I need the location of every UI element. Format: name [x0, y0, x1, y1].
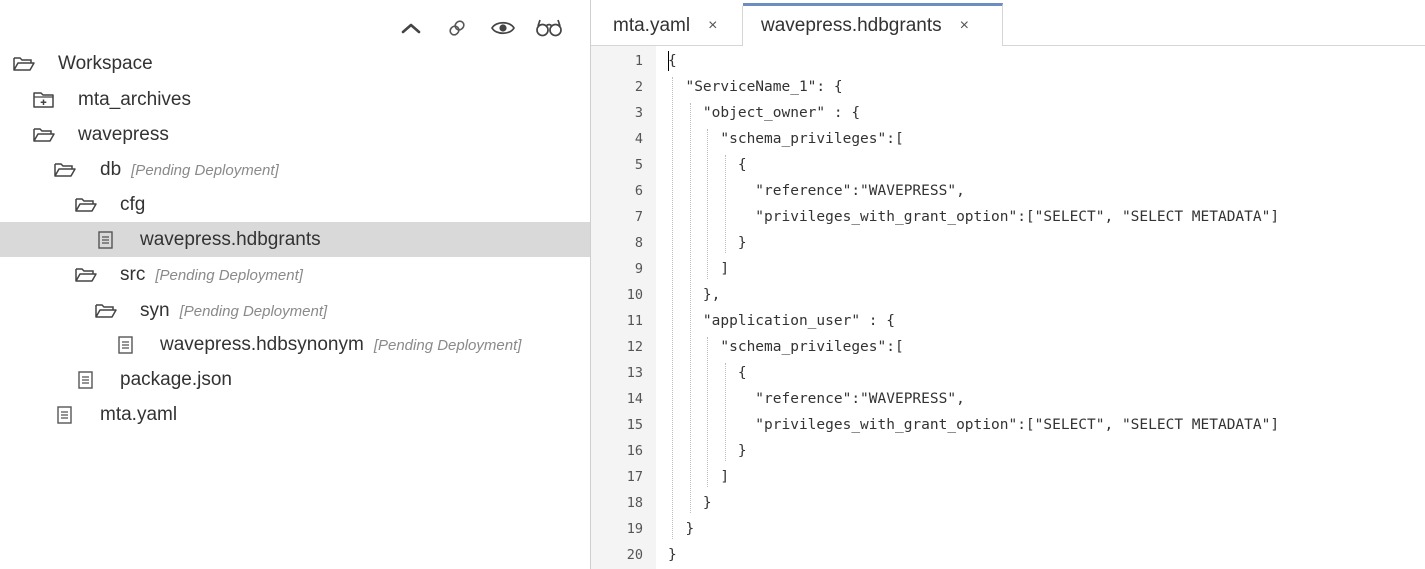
tree-item-label: mta.yaml	[100, 404, 178, 425]
code-line: "ServiceName_1": {	[668, 79, 843, 95]
tab-label: mta.yaml	[613, 14, 691, 36]
code-line: ]	[668, 261, 730, 277]
tree-item-label: mta_archives	[78, 89, 191, 110]
folder-open-icon	[54, 163, 76, 177]
tree-item-tag: [Pending Deployment]	[131, 162, 279, 179]
workspace-tree-pane: Workspace mta_archives wavepress db [Pend…	[0, 0, 590, 569]
line-number: 16	[626, 443, 643, 459]
code-line: "privileges_with_grant_option":["SELECT"…	[668, 209, 1280, 225]
code-line: "application_user" : {	[668, 313, 895, 329]
file-icon	[57, 406, 72, 424]
code-line: ]	[668, 469, 730, 485]
line-number: 7	[634, 209, 643, 225]
tree-item-label: src	[120, 264, 146, 285]
code-line: "reference":"WAVEPRESS",	[668, 183, 965, 199]
line-number: 12	[626, 339, 643, 355]
tree-item-syn[interactable]: syn [Pending Deployment]	[0, 293, 590, 328]
code-line: "object_owner" : {	[668, 105, 861, 121]
indent-guide	[689, 103, 691, 513]
tree-item-cfg[interactable]: cfg	[0, 187, 590, 222]
line-number: 19	[626, 521, 643, 537]
indent-guide	[724, 155, 726, 253]
line-number: 3	[634, 105, 643, 121]
code-editor-pane: mta.yaml × wavepress.hdbgrants × 1234567…	[591, 0, 1425, 569]
tree-item-label: db	[100, 159, 122, 180]
tree-item-package-json[interactable]: package.json	[0, 362, 590, 397]
file-icon	[118, 336, 133, 354]
line-number: 13	[626, 365, 643, 381]
close-icon[interactable]: ×	[708, 17, 717, 35]
indent-guide	[707, 337, 708, 487]
code-line: "privileges_with_grant_option":["SELECT"…	[668, 417, 1280, 433]
tree-item-tag: [Pending Deployment]	[155, 267, 303, 284]
eye-icon[interactable]	[486, 12, 520, 44]
folder-open-icon	[75, 268, 97, 282]
folder-open-icon	[33, 128, 55, 142]
glasses-icon[interactable]	[532, 12, 566, 44]
folder-plus-icon	[33, 92, 54, 108]
tree-item-wavepress[interactable]: wavepress	[0, 117, 590, 152]
folder-open-icon	[13, 57, 35, 71]
file-icon	[78, 371, 93, 389]
code-line: }	[668, 547, 677, 563]
text-cursor	[668, 51, 669, 71]
tab-label: wavepress.hdbgrants	[761, 15, 942, 36]
tree-item-label: syn	[140, 300, 170, 321]
editor-tab-bar: mta.yaml × wavepress.hdbgrants ×	[591, 0, 1425, 46]
indent-guide	[724, 363, 726, 461]
line-number-gutter: 1 2 3 4 5 6 7 8 9 10 11 12 13 14 15 16 17 18 19 20	[591, 46, 656, 569]
tree-item-wavepress-hdbsynonym[interactable]: wavepress.hdbsynonym [Pending Deployment]	[0, 327, 590, 362]
line-number: 2	[634, 79, 643, 95]
line-number: 20	[626, 547, 643, 563]
line-number: 5	[634, 157, 643, 173]
line-number: 15	[626, 417, 643, 433]
line-number: 6	[634, 183, 643, 199]
line-number: 18	[626, 495, 643, 511]
code-line: },	[668, 287, 721, 303]
tree-item-db[interactable]: db [Pending Deployment]	[0, 152, 590, 187]
chevron-up-icon[interactable]	[394, 12, 428, 44]
folder-open-icon	[95, 304, 117, 318]
tree-item-workspace[interactable]: Workspace	[0, 46, 590, 81]
line-number: 17	[626, 469, 643, 485]
line-number: 10	[626, 287, 643, 303]
line-number: 14	[626, 391, 643, 407]
code-line: {	[668, 53, 677, 69]
tree-item-mta-archives[interactable]: mta_archives	[0, 82, 590, 117]
file-icon	[98, 231, 113, 249]
line-number: 9	[634, 261, 643, 277]
tree-item-label: wavepress.hdbsynonym	[160, 334, 364, 355]
tree-item-tag: [Pending Deployment]	[373, 337, 522, 354]
indent-guide	[707, 129, 708, 279]
tree-item-label: Workspace	[58, 53, 153, 74]
tree-item-label: package.json	[120, 369, 232, 390]
tree-item-tag: [Pending Deployment]	[179, 303, 328, 320]
line-number: 11	[626, 313, 643, 329]
indent-guide	[672, 77, 673, 539]
folder-open-icon	[75, 198, 97, 212]
tree-item-label: cfg	[120, 194, 146, 215]
tree-item-src[interactable]: src [Pending Deployment]	[0, 257, 590, 292]
close-icon[interactable]: ×	[960, 17, 969, 35]
tree-item-label: wavepress	[78, 124, 169, 145]
tab-wavepress-hdbgrants[interactable]: wavepress.hdbgrants ×	[743, 3, 1003, 46]
tab-mta-yaml[interactable]: mta.yaml ×	[591, 6, 743, 45]
tree-toolbar	[394, 12, 566, 44]
tree-item-mta-yaml[interactable]: mta.yaml	[0, 397, 590, 432]
line-number: 1	[634, 53, 643, 69]
tree-item-wavepress-hdbgrants[interactable]: wavepress.hdbgrants	[0, 222, 590, 257]
line-number: 4	[634, 131, 643, 147]
code-text-area[interactable]: { "ServiceName_1": { "object_owner" : { …	[656, 46, 1425, 569]
line-number: 8	[634, 235, 643, 251]
code-line: "reference":"WAVEPRESS",	[668, 391, 965, 407]
code-line: "schema_privileges":[	[668, 131, 904, 147]
tree-item-label: wavepress.hdbgrants	[140, 229, 321, 250]
link-icon[interactable]	[440, 12, 474, 44]
code-line: "schema_privileges":[	[668, 339, 904, 355]
